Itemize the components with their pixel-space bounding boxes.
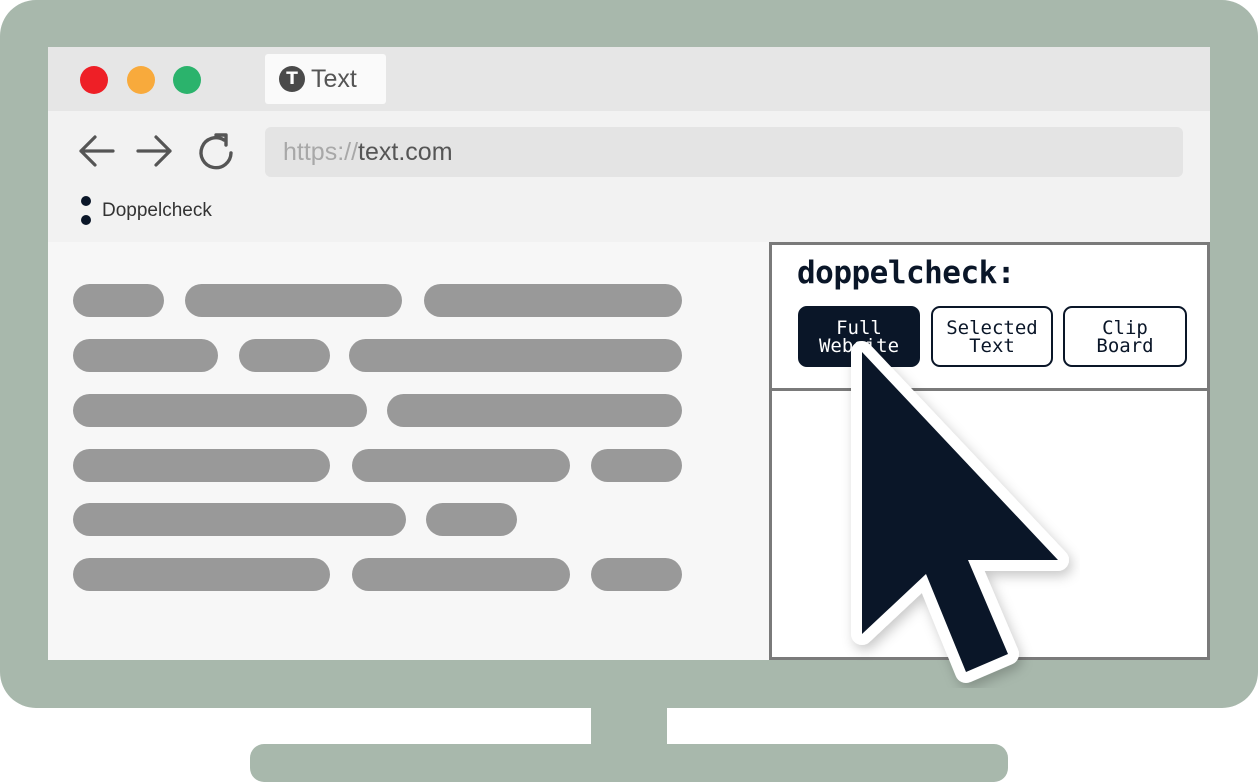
text-placeholder bbox=[387, 394, 682, 427]
text-placeholder bbox=[352, 449, 570, 482]
close-window-button[interactable] bbox=[80, 66, 108, 94]
arrow-right-icon bbox=[136, 135, 172, 167]
text-placeholder bbox=[73, 558, 330, 591]
text-placeholder bbox=[591, 449, 682, 482]
browser-toolbar: https://text.com Doppelcheck bbox=[48, 111, 1210, 242]
bookmark-doppelcheck[interactable]: Doppelcheck bbox=[80, 195, 212, 227]
url-scheme: https:// bbox=[283, 137, 359, 166]
text-placeholder bbox=[185, 284, 402, 317]
mouse-pointer-icon bbox=[851, 341, 1069, 683]
forward-button[interactable] bbox=[132, 129, 176, 173]
tab-text[interactable]: T Text bbox=[265, 54, 386, 104]
text-placeholder bbox=[73, 394, 367, 427]
extension-title: doppelcheck: bbox=[797, 255, 1015, 291]
arrow-left-icon bbox=[79, 135, 115, 167]
reload-icon bbox=[199, 133, 233, 170]
text-placeholder bbox=[73, 284, 164, 317]
text-placeholder bbox=[426, 503, 517, 536]
text-placeholder bbox=[349, 339, 682, 372]
clipboard-button[interactable]: Clip Board bbox=[1063, 306, 1187, 367]
address-bar[interactable]: https://text.com bbox=[265, 127, 1183, 177]
text-placeholder bbox=[73, 503, 406, 536]
url-host: text.com bbox=[358, 137, 453, 166]
reload-button[interactable] bbox=[194, 129, 238, 173]
doppelcheck-icon bbox=[80, 195, 92, 227]
monitor-stand-base bbox=[250, 744, 1008, 782]
text-placeholder bbox=[424, 284, 682, 317]
tab-label: Text bbox=[311, 64, 357, 93]
text-placeholder bbox=[73, 449, 330, 482]
text-placeholder bbox=[591, 558, 682, 591]
text-placeholder bbox=[352, 558, 570, 591]
tab-bar: T Text bbox=[48, 47, 1210, 111]
minimize-window-button[interactable] bbox=[127, 66, 155, 94]
back-button[interactable] bbox=[75, 129, 119, 173]
maximize-window-button[interactable] bbox=[173, 66, 201, 94]
bookmark-label: Doppelcheck bbox=[102, 200, 212, 221]
text-placeholder bbox=[239, 339, 330, 372]
text-placeholder bbox=[73, 339, 218, 372]
tab-favicon-icon: T bbox=[279, 66, 305, 92]
